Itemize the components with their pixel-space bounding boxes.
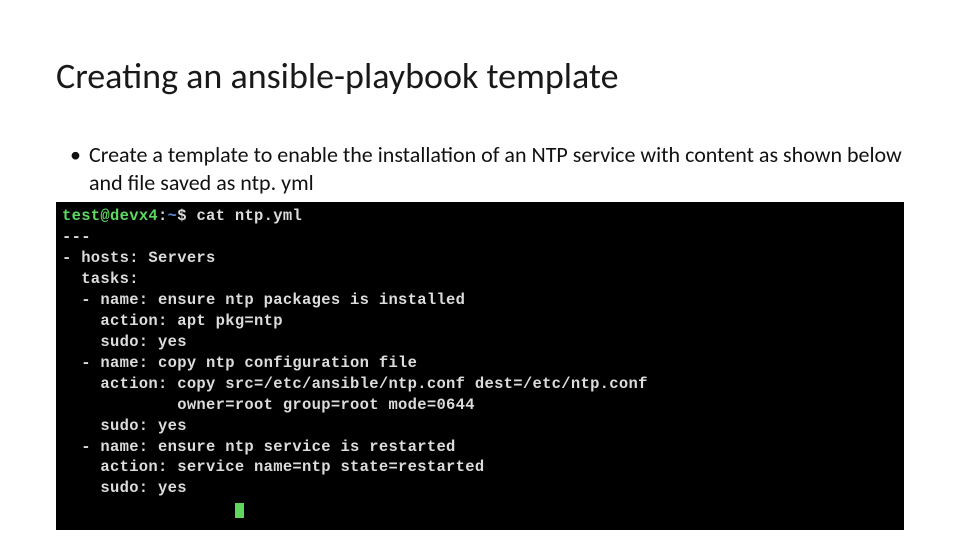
- terminal-prompt-line: test@devx4:~$ cat ntp.yml: [62, 206, 898, 227]
- prompt-dollar: $: [177, 207, 196, 225]
- slide: Creating an ansible-playbook template • …: [0, 0, 960, 530]
- terminal-line: action: copy src=/etc/ansible/ntp.conf d…: [62, 374, 898, 395]
- terminal-line: owner=root group=root mode=0644: [62, 395, 898, 416]
- terminal-line: - name: ensure ntp packages is installed: [62, 290, 898, 311]
- bullet-text: Create a template to enable the installa…: [89, 141, 904, 196]
- terminal-line: action: apt pkg=ntp: [62, 311, 898, 332]
- bullet-dot: •: [70, 141, 81, 196]
- prompt-at: @: [100, 207, 110, 225]
- prompt-user: test: [62, 207, 100, 225]
- bullet-item: • Create a template to enable the instal…: [56, 141, 904, 196]
- terminal-window: test@devx4:~$ cat ntp.yml---- hosts: Ser…: [56, 202, 904, 530]
- terminal-line: action: service name=ntp state=restarted: [62, 457, 898, 478]
- terminal-line: - name: copy ntp configuration file: [62, 353, 898, 374]
- prompt-sep: :: [158, 207, 168, 225]
- page-title: Creating an ansible-playbook template: [56, 56, 904, 97]
- prompt-host: devx4: [110, 207, 158, 225]
- cursor-icon: [235, 503, 244, 518]
- terminal-line: - name: ensure ntp service is restarted: [62, 437, 898, 458]
- terminal-cursor-line: [62, 499, 898, 520]
- terminal-line: sudo: yes: [62, 332, 898, 353]
- terminal-line: sudo: yes: [62, 478, 898, 499]
- prompt-tilde: ~: [168, 207, 178, 225]
- terminal-line: sudo: yes: [62, 416, 898, 437]
- terminal-line: - hosts: Servers: [62, 248, 898, 269]
- terminal-line: ---: [62, 227, 898, 248]
- terminal-line: tasks:: [62, 269, 898, 290]
- terminal-command: cat ntp.yml: [196, 207, 302, 225]
